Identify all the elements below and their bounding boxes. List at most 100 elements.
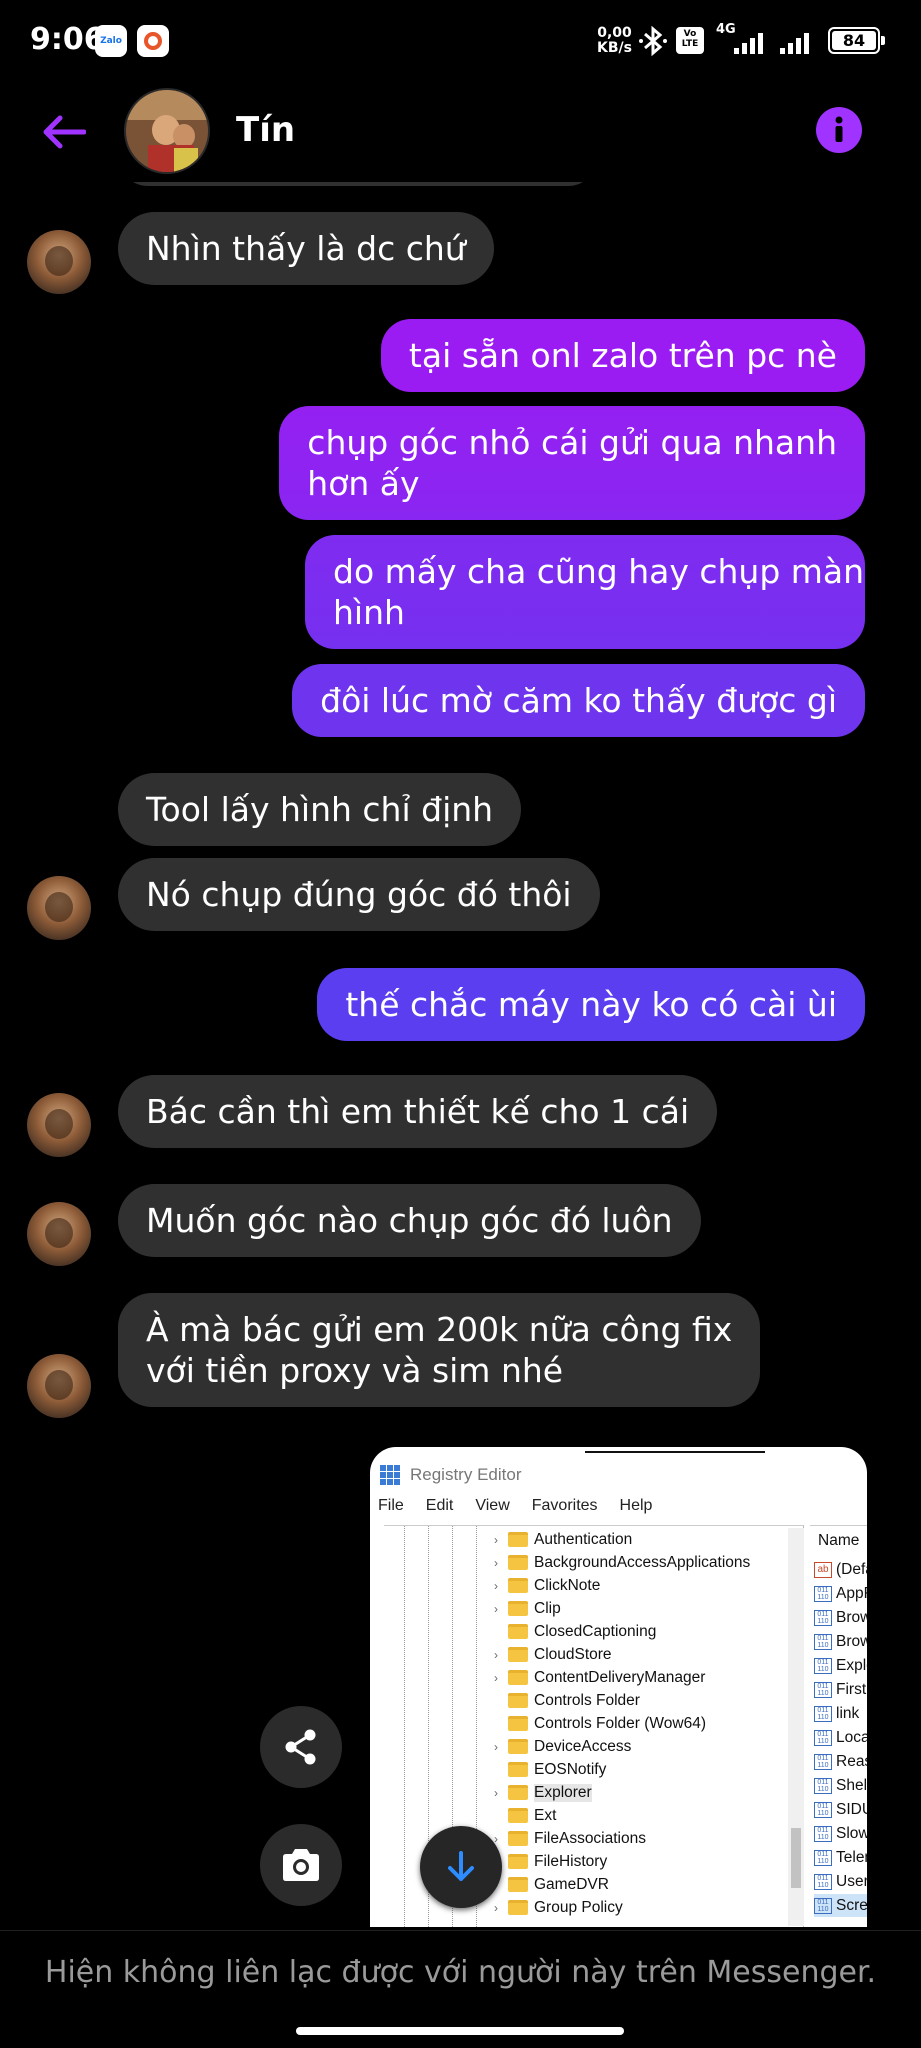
sender-avatar[interactable]	[27, 1093, 91, 1157]
battery-level: 84	[832, 31, 876, 50]
camera-icon	[283, 1849, 319, 1881]
battery-icon: 84	[828, 27, 885, 54]
zalo-notification-icon: Zalo	[95, 25, 127, 57]
info-icon	[835, 116, 843, 142]
tree-item: ›GameDVR	[494, 1873, 609, 1896]
tree-item: › ClickNote	[494, 1576, 601, 1594]
menu-help: Help	[619, 1497, 653, 1514]
message-bubble-incoming[interactable]: Nó chụp đúng góc đó thôi	[118, 858, 600, 931]
message-bubble-outgoing[interactable]: tại sẵn onl zalo trên pc nè	[380, 319, 865, 392]
message-line: À mà bác gửi em 200k nữa công fix	[146, 1310, 733, 1349]
network-speed: 0,00 KB/s	[597, 26, 632, 56]
menu-file: File	[378, 1497, 404, 1514]
volte-icon: Vo LTE	[676, 27, 704, 54]
tree-item: ClosedCaptioning	[494, 1620, 656, 1643]
camera-button[interactable]	[260, 1824, 342, 1906]
message-bubble-incoming[interactable]: Tool lấy hình chỉ định	[118, 773, 522, 846]
recording-notification-icon	[137, 25, 169, 57]
sender-avatar[interactable]	[27, 1202, 91, 1266]
signal-strength-icon	[734, 30, 763, 54]
back-button[interactable]	[36, 106, 92, 158]
tree-item: › CloudStore	[494, 1645, 612, 1663]
message-bubble-partial[interactable]	[118, 182, 598, 186]
message-line: do mấy cha cũng hay chụp màn	[333, 552, 865, 591]
scroll-to-bottom-button[interactable]	[420, 1826, 502, 1908]
share-button[interactable]	[260, 1706, 342, 1788]
status-time: 9:06	[30, 22, 105, 57]
value-row: 011110FirstR	[814, 1678, 867, 1701]
back-arrow-icon	[43, 115, 86, 149]
tree-item: Controls Folder (Wow64)	[494, 1712, 706, 1735]
tree-item: › Group Policy	[494, 1898, 623, 1916]
network-type: 4G	[716, 22, 736, 37]
contact-avatar[interactable]	[124, 88, 210, 174]
tree-item: › FileAssociations	[494, 1829, 646, 1847]
attachment-title-text: Registry Editor	[410, 1465, 522, 1484]
value-row: 011110AppR	[814, 1582, 867, 1605]
value-row-selected: 011110Scree	[814, 1894, 867, 1917]
tree-item: › DeviceAccess	[494, 1737, 632, 1755]
bluetooth-icon	[639, 25, 667, 57]
network-speed-unit: KB/s	[597, 40, 632, 56]
message-line: chụp góc nhỏ cái gửi qua nhanh	[307, 423, 837, 462]
message-bubble-incoming[interactable]: Bác cần thì em thiết kế cho 1 cái	[118, 1075, 718, 1148]
value-row: 011110Local	[814, 1726, 867, 1749]
message-bubble-outgoing[interactable]: chụp góc nhỏ cái gửi qua nhanh hơn ấy	[279, 406, 865, 520]
message-bubble-incoming[interactable]: Muốn góc nào chụp góc đó luôn	[118, 1184, 701, 1257]
sender-avatar[interactable]	[27, 876, 91, 940]
message-line: hơn ấy	[307, 464, 420, 503]
tree-item: Controls Folder	[494, 1689, 640, 1712]
value-row: 011110SIDU	[814, 1798, 867, 1821]
contact-name[interactable]: Tín	[236, 110, 295, 150]
share-icon	[285, 1729, 316, 1765]
value-row: 011110Reaso	[814, 1750, 867, 1773]
tree-item: › Clip	[494, 1599, 561, 1617]
attachment-top-edge	[585, 1451, 765, 1453]
value-row: ab(Defa	[814, 1558, 867, 1581]
name-column-header: Name	[818, 1532, 860, 1549]
info-button[interactable]	[816, 107, 862, 153]
sender-avatar[interactable]	[27, 230, 91, 294]
network-speed-value: 0,00	[597, 25, 632, 41]
attachment-menu-bar: File Edit View Favorites Help	[378, 1497, 652, 1515]
home-indicator[interactable]	[296, 2027, 624, 2035]
message-bubble-outgoing[interactable]: do mấy cha cũng hay chụp màn hình	[305, 535, 865, 649]
avatar-photo	[126, 90, 208, 172]
cannot-contact-notice: Hiện không liên lạc được với người này t…	[44, 1955, 877, 1990]
value-row: 011110Explo	[814, 1654, 867, 1677]
menu-favorites: Favorites	[531, 1497, 598, 1514]
message-bubble-outgoing[interactable]: thế chắc máy này ko có cài ùi	[317, 968, 865, 1041]
value-row: 011110Shell	[814, 1774, 867, 1797]
menu-edit: Edit	[425, 1497, 454, 1514]
sender-avatar[interactable]	[27, 1354, 91, 1418]
registry-values-pane: Name ab(Defa 011110AppR 011110Brow 01111…	[810, 1525, 867, 1927]
zalo-badge-label: Zalo	[100, 36, 122, 46]
value-row: 011 110 Brow	[814, 1606, 867, 1629]
signal-strength-icon	[780, 30, 809, 54]
tree-item: › Authentication	[494, 1530, 633, 1548]
value-row: 011 110 Brow	[814, 1630, 867, 1653]
value-row: 011110UserS	[814, 1870, 867, 1893]
tree-item: ›FileHistory	[494, 1850, 607, 1873]
message-bubble-incoming[interactable]: À mà bác gửi em 200k nữa công fix với ti…	[118, 1293, 761, 1407]
message-line: hình	[333, 593, 405, 632]
status-bar: 9:06 Zalo 0,00 KB/s Vo LTE 4G 84	[0, 0, 921, 82]
menu-view: View	[475, 1497, 510, 1514]
tree-item: › BackgroundAccessApplications	[494, 1553, 751, 1571]
arrow-down-icon	[448, 1851, 474, 1881]
value-row: 011 110 link	[814, 1702, 859, 1725]
volte-bottom: LTE	[681, 39, 699, 49]
attachment-window-title: Registry Editor	[380, 1465, 521, 1485]
message-bubble-incoming[interactable]: Nhìn thấy là dc chứ	[118, 212, 494, 285]
composer-disabled-bar: Hiện không liên lạc được với người này t…	[0, 1930, 921, 2048]
message-line: với tiền proxy và sim nhé	[146, 1351, 564, 1390]
tree-item-selected: › Explorer	[494, 1783, 592, 1802]
chat-header: Tín	[0, 82, 921, 182]
tree-item: Ext	[494, 1804, 556, 1827]
volte-top: Vo	[683, 29, 697, 39]
message-bubble-outgoing[interactable]: đôi lúc mờ căm ko thấy được gì	[292, 664, 865, 737]
tree-scrollbar	[788, 1528, 804, 1926]
value-row: 011 110 Slow	[814, 1822, 867, 1845]
registry-editor-icon	[380, 1465, 400, 1485]
tree-item: › ContentDeliveryManager	[494, 1668, 706, 1686]
